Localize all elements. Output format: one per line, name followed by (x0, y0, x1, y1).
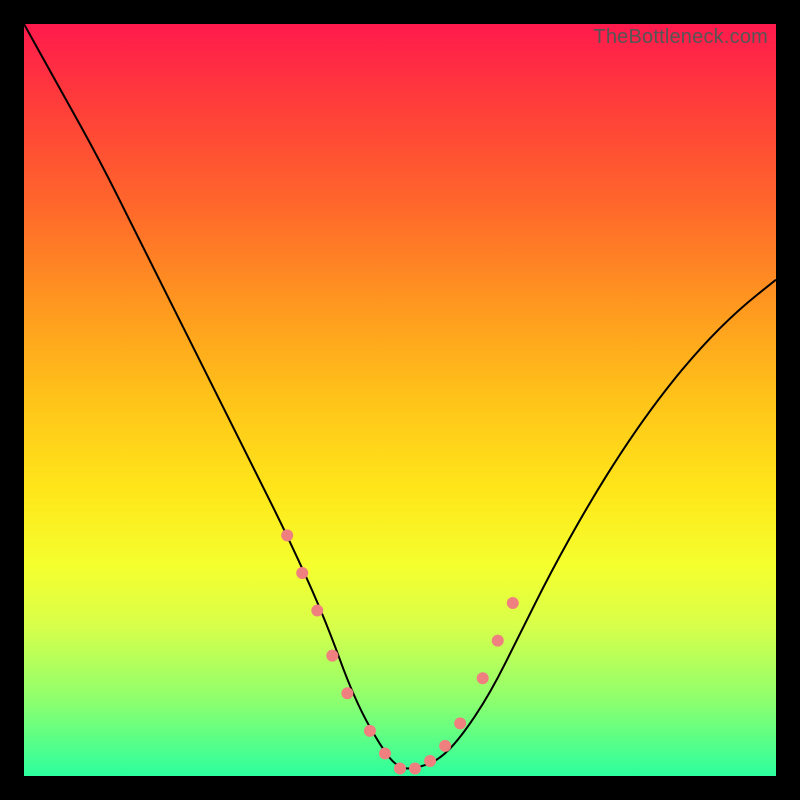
highlight-dot (439, 740, 451, 752)
highlight-dot (477, 672, 489, 684)
highlight-dots-group (281, 529, 519, 774)
highlight-dot (409, 762, 421, 774)
curve-line (24, 24, 776, 768)
bottleneck-curve (24, 24, 776, 768)
highlight-dot (364, 725, 376, 737)
highlight-dot (507, 597, 519, 609)
highlight-dot (424, 755, 436, 767)
highlight-dot (281, 529, 293, 541)
highlight-dot (326, 650, 338, 662)
highlight-dot (394, 762, 406, 774)
highlight-dot (311, 605, 323, 617)
highlight-dot (341, 687, 353, 699)
highlight-dot (379, 747, 391, 759)
highlight-dot (296, 567, 308, 579)
chart-overlay (24, 24, 776, 776)
highlight-dot (454, 717, 466, 729)
highlight-dot (492, 635, 504, 647)
chart-frame: TheBottleneck.com (24, 24, 776, 776)
